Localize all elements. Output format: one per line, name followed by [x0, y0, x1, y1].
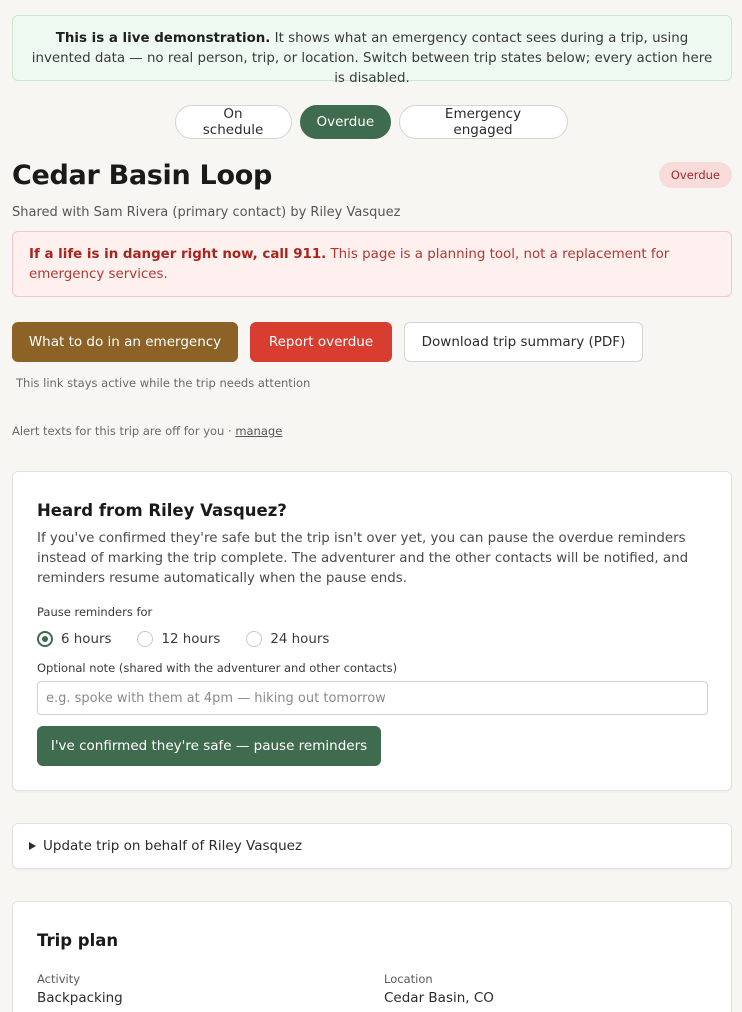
- radio-unchecked-icon[interactable]: [246, 631, 263, 647]
- heard-card-description: If you've confirmed they're safe but the…: [37, 531, 689, 586]
- link-active-note: This link stays active while the trip ne…: [16, 376, 311, 390]
- page-title: Cedar Basin Loop: [12, 160, 272, 191]
- plan-activity-value: Backpacking: [37, 990, 123, 1006]
- plan-location-label: Location: [384, 972, 433, 986]
- heard-from-card: Heard from Riley Vasquez? If you've conf…: [12, 471, 732, 791]
- plan-activity: Activity Backpacking: [37, 972, 123, 1006]
- danger-notice-strong: If a life is in danger right now, call 9…: [29, 247, 327, 262]
- alert-settings-text: Alert texts for this trip are off for yo…: [12, 424, 236, 438]
- report-overdue-button[interactable]: Report overdue: [250, 322, 392, 362]
- state-overdue-button[interactable]: Overdue: [299, 105, 391, 139]
- pause-option-label: 6 hours: [61, 631, 112, 647]
- pause-duration-options: 6 hours 12 hours 24 hours: [37, 630, 355, 648]
- plan-activity-label: Activity: [37, 972, 81, 986]
- note-label: Optional note (shared with the adventure…: [37, 661, 398, 675]
- update-trip-label: Update trip on behalf of Riley Vasquez: [43, 838, 303, 854]
- pause-duration-label: Pause reminders for: [37, 605, 153, 619]
- demo-banner: This is a live demonstration. It shows w…: [12, 15, 732, 86]
- state-on-schedule-button[interactable]: On schedule: [174, 105, 292, 139]
- demo-banner-strong: This is a live demonstration.: [55, 31, 271, 46]
- plan-location: Location Cedar Basin, CO: [384, 972, 494, 1006]
- pause-option-6h[interactable]: 6 hours: [37, 630, 111, 648]
- pause-option-24h[interactable]: 24 hours: [246, 630, 329, 648]
- alert-settings-line: Alert texts for this trip are off for yo…: [12, 424, 282, 438]
- confirm-safe-pause-button[interactable]: I've confirmed they're safe — pause remi…: [37, 726, 381, 766]
- action-row: What to do in an emergency Report overdu…: [12, 322, 643, 362]
- plan-location-value: Cedar Basin, CO: [384, 990, 494, 1006]
- trip-plan-title: Trip plan: [37, 931, 119, 950]
- radio-checked-icon[interactable]: [37, 631, 53, 647]
- status-badge: Overdue: [658, 162, 732, 188]
- emergency-instructions-button[interactable]: What to do in an emergency: [12, 322, 238, 362]
- radio-unchecked-icon[interactable]: [137, 631, 154, 647]
- pause-option-label: 12 hours: [161, 631, 221, 647]
- trip-state-switch: On schedule Overdue Emergency engaged: [0, 105, 742, 139]
- pause-option-label: 24 hours: [270, 631, 330, 647]
- shared-with-text: Shared with Sam Rivera (primary contact)…: [12, 205, 401, 220]
- state-emergency-engaged-button[interactable]: Emergency engaged: [398, 105, 568, 139]
- manage-alerts-link[interactable]: manage: [235, 424, 282, 438]
- danger-notice: If a life is in danger right now, call 9…: [12, 231, 732, 297]
- update-trip-disclosure[interactable]: Update trip on behalf of Riley Vasquez: [12, 823, 732, 869]
- heard-card-title: Heard from Riley Vasquez?: [37, 501, 287, 520]
- pause-option-12h[interactable]: 12 hours: [137, 630, 220, 648]
- update-trip-summary[interactable]: Update trip on behalf of Riley Vasquez: [29, 838, 302, 854]
- trip-plan-card: Trip plan Activity Backpacking Location …: [12, 901, 732, 1012]
- note-input[interactable]: [37, 681, 708, 715]
- disclosure-triangle-icon: [29, 842, 36, 850]
- download-pdf-button[interactable]: Download trip summary (PDF): [404, 322, 643, 362]
